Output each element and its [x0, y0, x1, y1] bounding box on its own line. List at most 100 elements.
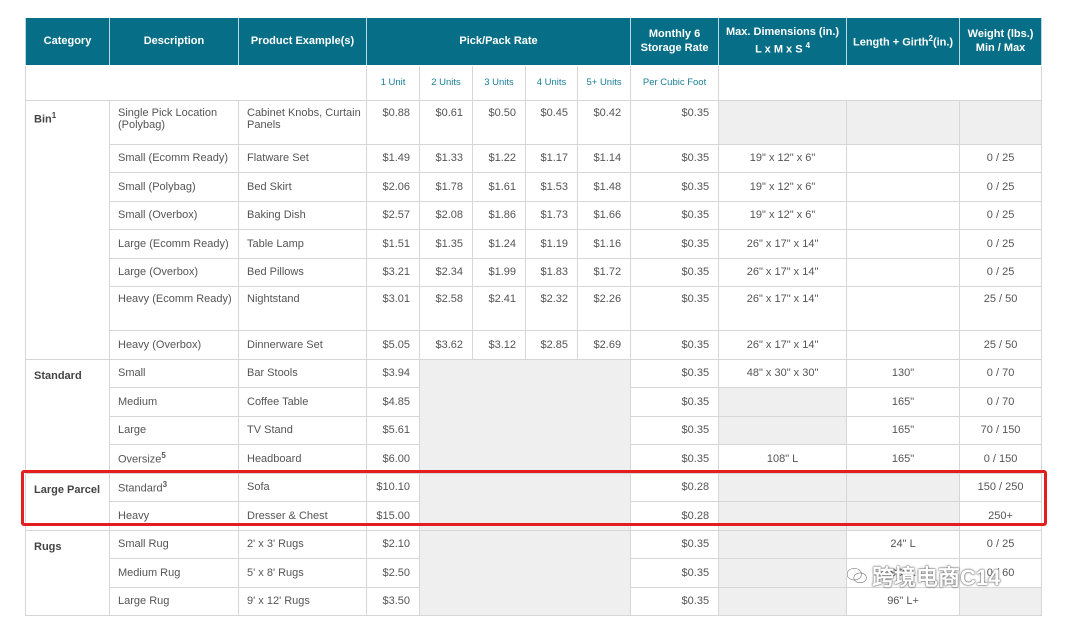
rate-2-units: $0.61 — [419, 99, 473, 145]
subheader-per-cubic-foot: Per Cubic Foot — [630, 64, 720, 101]
length-girth: 165" — [846, 387, 961, 417]
table-row: Small (Ecomm Ready) Flatware Set $1.49 $… — [26, 143, 1043, 173]
description-cell: Heavy — [109, 501, 239, 531]
table-row: Heavy (Ecomm Ready) Nightstand $3.01 $2.… — [26, 286, 1043, 331]
rate-4-units: $2.32 — [525, 286, 578, 331]
rate-3-units: $1.61 — [472, 172, 526, 202]
storage-rate: $0.35 — [630, 99, 720, 145]
length-girth — [846, 200, 961, 230]
subheader-blank — [25, 64, 110, 101]
length-girth: 165" — [846, 444, 961, 474]
max-dimensions — [718, 501, 848, 531]
storage-rate: $0.28 — [630, 472, 720, 502]
rate-2-units: $1.33 — [419, 143, 473, 173]
description-cell: Large Rug — [109, 586, 239, 616]
rate-5-units: $1.66 — [576, 200, 632, 230]
rate-4-units: $2.85 — [525, 330, 578, 360]
storage-rate: $0.35 — [630, 330, 720, 360]
example-cell: Flatware Set — [238, 143, 367, 173]
weight: 0 / 25 — [959, 229, 1043, 259]
storage-rate: $0.35 — [630, 286, 720, 331]
rate-1-unit: $0.88 — [366, 99, 420, 145]
rate-1-unit: $3.01 — [366, 286, 420, 331]
example-cell: 2' x 3' Rugs — [238, 529, 367, 559]
rate-4-units: $1.73 — [525, 200, 578, 230]
rate-3-units: $3.12 — [472, 330, 526, 360]
rate-1-unit: $1.49 — [366, 143, 420, 173]
rate-na-block — [418, 529, 632, 616]
description-cell: Standard3 — [109, 472, 239, 502]
weight: 0 / 25 — [959, 529, 1043, 559]
rate-1-unit: $10.10 — [366, 472, 420, 502]
header-monthly-storage: Monthly 6 Storage Rate — [630, 18, 720, 66]
rate-4-units: $1.83 — [525, 257, 578, 287]
rate-3-units: $1.99 — [472, 257, 526, 287]
description-cell: Heavy (Ecomm Ready) — [109, 286, 239, 331]
table-row: Bin1 Single Pick Location (Polybag) Cabi… — [25, 99, 1043, 360]
subheader-blank — [109, 64, 239, 101]
header-pick-pack-rate: Pick/Pack Rate — [365, 18, 632, 66]
description-cell: Medium — [109, 387, 239, 417]
length-girth — [846, 99, 961, 145]
rate-2-units: $3.62 — [419, 330, 473, 360]
rate-5-units: $1.72 — [576, 257, 632, 287]
max-dimensions: 108" L — [718, 444, 848, 474]
category-cell-bin: Bin1 — [25, 99, 110, 360]
storage-rate: $0.35 — [630, 387, 720, 417]
max-dimensions — [718, 586, 848, 616]
storage-rate: $0.35 — [630, 143, 720, 173]
example-cell: Baking Dish — [238, 200, 367, 230]
length-girth — [846, 172, 961, 202]
rate-1-unit: $2.50 — [366, 558, 420, 588]
rate-na-block — [418, 358, 632, 474]
example-cell: Dresser & Chest — [238, 501, 367, 531]
header-max-dimensions: Max. Dimensions (in.) L x M x S 4 — [718, 18, 848, 66]
example-cell: Bed Skirt — [238, 172, 367, 202]
rate-1-unit: $2.10 — [366, 529, 420, 559]
weight: 25 / 50 — [959, 286, 1043, 331]
header-length-girth: Length + Girth2(in.) — [846, 18, 961, 66]
rate-5-units: $2.69 — [576, 330, 632, 360]
rate-4-units: $1.17 — [525, 143, 578, 173]
rate-5-units: $1.16 — [576, 229, 632, 259]
rate-1-unit: $5.61 — [366, 415, 420, 445]
storage-rate: $0.35 — [630, 529, 720, 559]
rate-1-unit: $1.51 — [366, 229, 420, 259]
weight: 0 / 70 — [959, 358, 1043, 388]
subheader-3-units: 3 Units — [472, 64, 526, 101]
table-row: Small (Polybag) Bed Skirt $2.06 $1.78 $1… — [26, 172, 1043, 202]
storage-rate: $0.35 — [630, 558, 720, 588]
max-dimensions — [718, 529, 848, 559]
weight: 0 / 25 — [959, 257, 1043, 287]
storage-rate: $0.35 — [630, 172, 720, 202]
length-girth — [846, 229, 961, 259]
max-dimensions: 19" x 12" x 6" — [718, 172, 848, 202]
example-cell: Headboard — [238, 444, 367, 474]
table-header: Category Description Product Example(s) … — [25, 18, 1043, 101]
rate-2-units: $1.35 — [419, 229, 473, 259]
weight: 25 / 50 — [959, 330, 1043, 360]
example-cell: Nightstand — [238, 286, 367, 331]
example-cell: Coffee Table — [238, 387, 367, 417]
storage-rate: $0.35 — [630, 257, 720, 287]
example-cell: Cabinet Knobs, Curtain Panels — [238, 99, 367, 145]
subheader-blank — [718, 64, 848, 101]
table-row: Large Parcel Standard3 Sofa $10.10 $0.28… — [25, 472, 1043, 531]
rate-1-unit: $15.00 — [366, 501, 420, 531]
description-cell: Small Rug — [109, 529, 239, 559]
description-cell: Large (Overbox) — [109, 257, 239, 287]
description-cell: Small — [109, 358, 239, 388]
weight: 0 / 25 — [959, 143, 1043, 173]
table-row: Small (Overbox) Baking Dish $2.57 $2.08 … — [26, 200, 1043, 230]
storage-rate: $0.35 — [630, 415, 720, 445]
weight: 0 / 25 — [959, 172, 1043, 202]
category-cell-standard: Standard — [25, 358, 110, 474]
rate-1-unit: $3.94 — [366, 358, 420, 388]
weight: 250+ — [959, 501, 1043, 531]
weight: 0 / 25 — [959, 200, 1043, 230]
table-row: Standard Small Bar Stools $3.94 $0.35 48… — [25, 358, 1043, 474]
rate-4-units: $0.45 — [525, 99, 578, 145]
max-dimensions: 26" x 17" x 14" — [718, 229, 848, 259]
rate-5-units: $2.26 — [576, 286, 632, 331]
length-girth: 130" — [846, 358, 961, 388]
